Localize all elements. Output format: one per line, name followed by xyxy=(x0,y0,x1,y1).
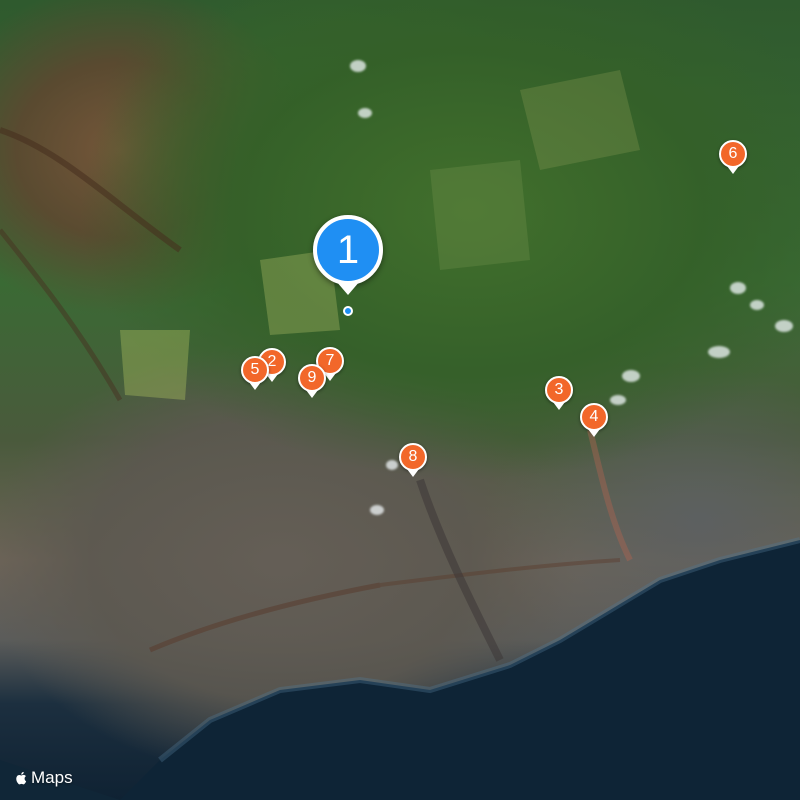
cloud xyxy=(708,346,730,358)
map-marker-6[interactable]: 6 xyxy=(719,140,747,168)
cloud xyxy=(750,300,764,310)
marker-label: 8 xyxy=(408,448,418,465)
map-marker-4[interactable]: 4 xyxy=(580,403,608,431)
current-location-dot xyxy=(343,306,353,316)
cloud xyxy=(730,282,746,294)
cloud xyxy=(386,460,398,470)
marker-label: 3 xyxy=(554,381,564,398)
map-marker-3[interactable]: 3 xyxy=(545,376,573,404)
cloud xyxy=(622,370,640,382)
apple-logo-icon xyxy=(16,771,27,785)
attribution-text: Maps xyxy=(31,768,73,787)
map-marker-5[interactable]: 5 xyxy=(241,356,269,384)
satellite-map[interactable]: 1 2 5 7 9 3 4 8 6 Maps xyxy=(0,0,800,800)
cloud xyxy=(775,320,793,332)
map-marker-8[interactable]: 8 xyxy=(399,443,427,471)
marker-label: 7 xyxy=(325,352,335,369)
map-marker-1[interactable]: 1 xyxy=(313,215,383,285)
cloud xyxy=(610,395,626,405)
maps-attribution[interactable]: Maps xyxy=(14,768,73,788)
map-marker-9[interactable]: 9 xyxy=(298,364,326,392)
marker-label: 5 xyxy=(250,361,260,378)
cloud xyxy=(370,505,384,515)
cloud xyxy=(350,60,366,72)
marker-label: 6 xyxy=(728,145,738,162)
marker-label: 4 xyxy=(589,408,599,425)
marker-label: 9 xyxy=(307,369,317,386)
cloud xyxy=(358,108,372,118)
marker-label: 1 xyxy=(336,228,360,272)
terrain-overlay xyxy=(0,70,800,800)
